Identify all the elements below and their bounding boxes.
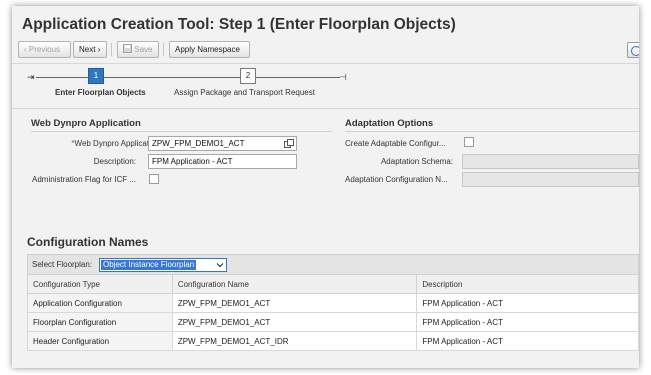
create-adaptable-label: Create Adaptable Configur...: [345, 139, 446, 148]
configuration-name-cell[interactable]: ZPW_FPM_DEMO1_ACT: [171, 293, 418, 313]
table-row[interactable]: Header Configuration ZPW_FPM_DEMO1_ACT_I…: [27, 331, 639, 351]
roadmap-step-2-label[interactable]: Assign Package and Transport Request: [174, 88, 315, 97]
roadmap-step-2[interactable]: 2: [240, 68, 256, 84]
save-button[interactable]: Save: [117, 41, 159, 58]
apply-namespace-button[interactable]: Apply Namespace: [169, 41, 250, 58]
table-row[interactable]: Floorplan Configuration ZPW_FPM_DEMO1_AC…: [27, 312, 639, 332]
table-header-row: Configuration Type Configuration Name De…: [27, 274, 639, 294]
web-dynpro-app-input[interactable]: ZPW_FPM_DEMO1_ACT: [148, 136, 297, 151]
description-cell[interactable]: FPM Application - ACT: [416, 331, 639, 351]
adaptation-config-name-input[interactable]: [462, 172, 639, 187]
adaptation-schema-label: Adaptation Schema:: [380, 157, 453, 166]
adaptation-heading: Adaptation Options: [345, 118, 434, 129]
floppy-disk-icon: [123, 44, 132, 53]
column-header-configuration-type[interactable]: Configuration Type: [27, 274, 173, 294]
app-window: Application Creation Tool: Step 1 (Enter…: [12, 6, 639, 368]
description-cell[interactable]: FPM Application - ACT: [416, 293, 639, 313]
description-input[interactable]: FPM Application - ACT: [148, 154, 297, 169]
chevron-right-icon: ›: [97, 45, 101, 54]
help-icon[interactable]: [627, 42, 639, 58]
configuration-name-cell[interactable]: ZPW_FPM_DEMO1_ACT: [171, 312, 418, 332]
page-title: Application Creation Tool: Step 1 (Enter…: [22, 16, 456, 33]
web-dynpro-app-label: *Web Dynpro Application:: [71, 139, 162, 148]
next-button[interactable]: Next ›: [73, 41, 107, 58]
admin-flag-label: Administration Flag for ICF ...: [32, 175, 137, 184]
configuration-names-heading: Configuration Names: [27, 235, 149, 249]
floorplan-select[interactable]: Object Instance Floorplan: [99, 258, 227, 272]
column-header-description[interactable]: Description: [416, 274, 639, 294]
previous-button[interactable]: ‹ Previous: [18, 41, 71, 58]
configuration-type-cell: Header Configuration: [27, 331, 173, 351]
roadmap-line: [256, 77, 340, 78]
admin-flag-checkbox[interactable]: [149, 174, 159, 184]
roadmap-line: [104, 77, 240, 78]
adaptation-config-name-label: Adaptation Configuration N...: [345, 175, 448, 184]
description-label: Description:: [93, 157, 136, 166]
roadmap-start-icon: ⇥: [27, 72, 35, 82]
roadmap-line: [36, 77, 88, 78]
configuration-table: Configuration Type Configuration Name De…: [27, 274, 639, 351]
section-divider: [345, 131, 639, 132]
chevron-down-icon[interactable]: [216, 261, 224, 269]
toolbar-separator: [163, 43, 164, 56]
toolbar-separator: [111, 43, 112, 56]
web-dynpro-heading: Web Dynpro Application: [31, 118, 141, 129]
adaptation-schema-input[interactable]: [462, 154, 639, 169]
configuration-type-cell: Application Configuration: [27, 293, 173, 313]
value-help-icon[interactable]: [284, 139, 294, 148]
select-floorplan-label: Select Floorplan:: [32, 260, 93, 269]
roadmap-end-icon: ⊣: [339, 72, 347, 82]
divider: [12, 108, 639, 109]
configuration-name-cell[interactable]: ZPW_FPM_DEMO1_ACT_IDR: [171, 331, 418, 351]
chevron-left-icon: ‹: [24, 45, 27, 54]
roadmap-step-1-label[interactable]: Enter Floorplan Objects: [55, 88, 146, 97]
configuration-type-cell: Floorplan Configuration: [27, 312, 173, 332]
table-row[interactable]: Application Configuration ZPW_FPM_DEMO1_…: [27, 293, 639, 313]
section-divider: [31, 131, 332, 132]
floorplan-toolbar: Select Floorplan: Object Instance Floorp…: [27, 254, 639, 274]
description-cell[interactable]: FPM Application - ACT: [416, 312, 639, 332]
column-header-configuration-name[interactable]: Configuration Name: [171, 274, 418, 294]
roadmap-step-1[interactable]: 1: [88, 68, 104, 84]
create-adaptable-checkbox[interactable]: [464, 137, 474, 147]
divider: [12, 63, 639, 64]
